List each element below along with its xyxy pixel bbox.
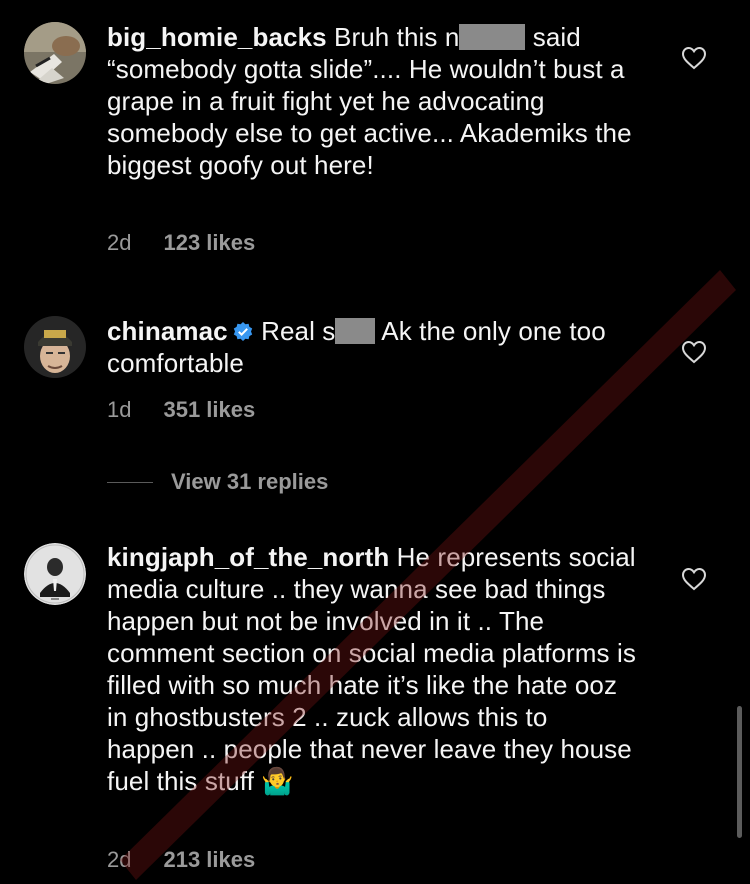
comment-text: big_homie_backs Bruh this n said “somebo… [107, 21, 647, 181]
comment-likes[interactable]: 213 likes [163, 847, 255, 872]
shrug-emoji: 🤷‍♂️ [261, 766, 294, 796]
comment-text: chinamac Real s Ak the only one too comf… [107, 315, 647, 379]
heart-outline-icon[interactable] [681, 340, 707, 364]
comment-time: 2d [107, 847, 132, 872]
comment-username[interactable]: big_homie_backs [107, 22, 327, 52]
comment-likes[interactable]: 123 likes [163, 230, 255, 255]
comment-body-start: Real s [261, 316, 336, 346]
comment-username[interactable]: kingjaph_of_the_north [107, 542, 389, 572]
comment-body-after-censor: said [525, 22, 581, 52]
censor-block [335, 318, 376, 344]
avatar[interactable] [24, 316, 86, 378]
comment-meta: 2d 213 likes [107, 847, 255, 873]
comment-time: 1d [107, 397, 132, 422]
censor-block [459, 24, 526, 50]
comment-meta: 2d 123 likes [107, 230, 255, 256]
comment-text: kingjaph_of_the_north He represents soci… [107, 541, 642, 797]
heart-outline-icon[interactable] [681, 567, 707, 591]
comment-body: He represents social media culture .. th… [107, 542, 636, 796]
avatar[interactable] [24, 22, 86, 84]
comment-username[interactable]: chinamac [107, 316, 228, 346]
view-replies-button[interactable]: View 31 replies [171, 469, 328, 495]
comment-body-start: Bruh this n [334, 22, 460, 52]
replies-divider [107, 482, 153, 483]
scrollbar[interactable] [737, 706, 742, 838]
comment-body: “somebody gotta slide”.... He wouldn’t b… [107, 54, 632, 180]
comment-meta: 1d 351 likes [107, 397, 255, 423]
comment-time: 2d [107, 230, 132, 255]
verified-badge-icon [233, 322, 252, 341]
avatar[interactable] [24, 543, 86, 605]
heart-outline-icon[interactable] [681, 46, 707, 70]
comment-likes[interactable]: 351 likes [163, 397, 255, 422]
comment-body-after-censor: Ak the only one [375, 316, 562, 346]
